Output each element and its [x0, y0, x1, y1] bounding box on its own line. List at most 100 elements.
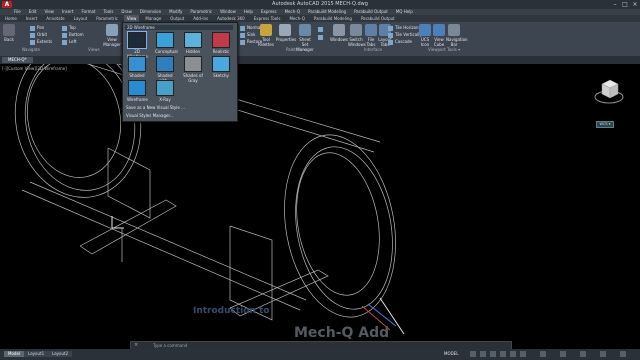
- visual-style-option[interactable]: Sketchy: [211, 56, 231, 78]
- visual-style-thumbnail: [212, 56, 230, 72]
- lineweight-icon[interactable]: [520, 351, 526, 357]
- visual-style-thumbnail: [184, 32, 202, 48]
- ribbon-tab[interactable]: Parametric: [93, 15, 121, 22]
- ucs-icon: [419, 24, 431, 36]
- visual-style-option[interactable]: Shaded with...: [155, 56, 175, 83]
- visual-style-current[interactable]: 2D Wireframe: [125, 25, 233, 30]
- snap-icon[interactable]: [480, 351, 486, 357]
- panel-label-views: Views: [88, 47, 100, 52]
- ucs-icon-button[interactable]: UCS Icon: [418, 24, 432, 47]
- isolate-icon[interactable]: [580, 351, 586, 357]
- palette-small-2[interactable]: [318, 34, 325, 40]
- ribbon-tab[interactable]: Parabuild Output: [358, 15, 398, 22]
- tool-palettes-button[interactable]: Tool Palettes: [258, 24, 274, 47]
- visual-style-label: Conceptual: [155, 49, 178, 54]
- customization-icon[interactable]: [620, 351, 626, 357]
- visual-styles-manager-link[interactable]: Visual Styles Manager...: [126, 113, 174, 118]
- maximize-icon[interactable]: □: [620, 0, 630, 9]
- right-end-ring-core: [296, 152, 380, 296]
- view-cube-icon: [594, 79, 624, 104]
- layout-tab-layout2[interactable]: Layout2: [48, 351, 73, 357]
- polar-icon[interactable]: [500, 351, 506, 357]
- visual-style-label: Wireframe: [127, 97, 148, 102]
- view-manager-button[interactable]: View Manager: [103, 24, 121, 47]
- visual-style-thumbnail: [156, 80, 174, 96]
- windows-button[interactable]: Windows: [330, 24, 348, 42]
- wcs-menu[interactable]: WCS ▾: [596, 121, 614, 128]
- properties-button[interactable]: Properties: [276, 24, 296, 42]
- layout-tab-layout1[interactable]: Layout1: [24, 351, 49, 357]
- tile-vertically-button[interactable]: Tile Vertically: [388, 32, 422, 38]
- ortho-icon[interactable]: [490, 351, 496, 357]
- ribbon-tab[interactable]: Layout: [71, 15, 91, 22]
- properties-icon: [279, 24, 291, 36]
- visual-style-option[interactable]: Conceptual: [155, 32, 178, 54]
- view-left-button[interactable]: Left: [62, 39, 77, 45]
- visual-style-option[interactable]: Hidden: [183, 32, 203, 54]
- cylinder-edge-bottom-2: [29, 181, 307, 301]
- right-end-ring-outer: [284, 134, 396, 318]
- viewport-controls-label[interactable]: [-][Custom View][2D Wireframe]: [2, 66, 67, 71]
- viewport-sync-button[interactable]: Sink: [240, 32, 256, 38]
- visual-style-option[interactable]: Shaded: [127, 56, 147, 78]
- visual-style-option[interactable]: Wireframe: [127, 80, 148, 102]
- top-view-icon: [62, 25, 67, 31]
- layout-tab-model[interactable]: Model: [4, 351, 25, 357]
- windows-icon: [333, 24, 345, 36]
- cascade-button[interactable]: Cascade: [388, 39, 412, 45]
- visual-style-option[interactable]: Realistic: [211, 32, 231, 54]
- sync-icon: [240, 32, 245, 38]
- command-input[interactable]: Type a command: [153, 342, 187, 349]
- visual-style-option[interactable]: 2D Wireframe: [127, 31, 148, 59]
- ribbon-tab[interactable]: Express Tools: [251, 15, 284, 22]
- visual-style-option[interactable]: Shades of Gray: [183, 56, 203, 83]
- ribbon-tab[interactable]: Parabuild Modeling: [311, 15, 355, 22]
- extents-button[interactable]: Extents: [30, 39, 52, 45]
- view-cube-button[interactable]: View Cube: [432, 24, 446, 47]
- ribbon-tab[interactable]: Annotate: [43, 15, 67, 22]
- orbit-button[interactable]: Orbit: [30, 32, 47, 38]
- close-icon[interactable]: ×: [630, 0, 640, 9]
- hardware-acceleration-icon[interactable]: [600, 351, 606, 357]
- sheet-set-icon: [299, 24, 311, 36]
- view-top-button[interactable]: Top: [62, 25, 76, 31]
- workspace-icon[interactable]: [560, 351, 566, 357]
- restore-icon: [240, 39, 245, 45]
- switch-windows-button[interactable]: Switch Windows: [348, 24, 366, 47]
- ribbon-tab[interactable]: Mech-Q: [286, 15, 307, 22]
- cascade-icon: [388, 39, 393, 45]
- palette-small-1[interactable]: [318, 26, 325, 32]
- file-tabs-button[interactable]: File Tabs: [364, 24, 378, 47]
- ribbon-tab[interactable]: View: [123, 15, 140, 22]
- drawing-canvas[interactable]: [0, 42, 640, 346]
- ribbon-tab[interactable]: Insert: [23, 15, 40, 22]
- ribbon-tab[interactable]: Output: [167, 15, 187, 22]
- save-visual-style-link[interactable]: Save as a New Visual Style ...: [126, 105, 185, 110]
- document-tab[interactable]: MECH-Q*: [2, 57, 33, 63]
- panel-label-palettes[interactable]: Palettes ▾: [286, 47, 305, 52]
- back-button[interactable]: Back: [2, 24, 16, 42]
- tile-v-icon: [388, 32, 393, 38]
- tool-palettes-icon: [260, 24, 272, 36]
- view-cube[interactable]: [594, 76, 624, 106]
- view-bottom-button[interactable]: Bottom: [62, 32, 84, 38]
- close-icon[interactable]: ×: [134, 342, 138, 349]
- ribbon-tab[interactable]: Manage: [142, 15, 164, 22]
- overlay-brand-text: Mech-Q Add: [294, 325, 390, 341]
- ribbon-tab[interactable]: Home: [2, 15, 20, 22]
- model-space-button[interactable]: MODEL: [444, 351, 458, 357]
- ribbon-panel: Back Pan Orbit Extents Top Bottom Left V…: [0, 22, 640, 57]
- panel-label-viewport-tools[interactable]: Viewport Tools ▾: [428, 47, 460, 52]
- visual-style-option[interactable]: X-Ray: [155, 80, 175, 102]
- viewport-icon: [240, 25, 245, 31]
- minimize-icon[interactable]: –: [610, 0, 620, 9]
- ribbon-tab[interactable]: Add-ins: [190, 15, 211, 22]
- osnap-icon[interactable]: [510, 351, 516, 357]
- ribbon-tab[interactable]: Autodesk 360: [214, 15, 248, 22]
- pan-button[interactable]: Pan: [30, 25, 44, 31]
- annotation-scale-icon[interactable]: [540, 351, 546, 357]
- title-bar: A Autodesk AutoCAD 2015 MECH-Q.dwg – □ ×: [0, 0, 640, 9]
- navigation-bar-button[interactable]: Navigation Bar: [446, 24, 468, 47]
- visual-style-label: Shades of Gray: [183, 73, 203, 83]
- grid-icon[interactable]: [470, 351, 476, 357]
